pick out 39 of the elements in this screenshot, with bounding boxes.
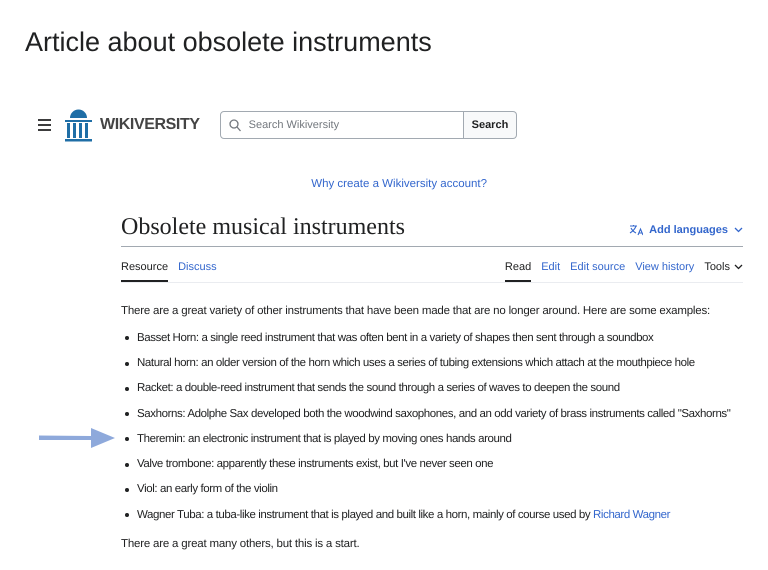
add-languages-button[interactable]: Add languages bbox=[629, 222, 743, 242]
chevron-down-icon bbox=[734, 226, 743, 233]
search-field[interactable]: Search Wikiversity bbox=[220, 111, 464, 139]
list-item-text: Wagner Tuba: a tuba-like instrument that is played and built like a horn, mainly of course used by Richard Wagner bbox=[137, 508, 670, 522]
article-title: Obsolete musical instruments bbox=[121, 213, 405, 242]
bullet-icon bbox=[125, 336, 129, 340]
logo-text[interactable]: WIKIVERSITY bbox=[100, 113, 200, 137]
logo-icon[interactable] bbox=[63, 108, 94, 142]
intro-paragraph: There are a great variety of other instruments that have been made that are no longer around. Here are some examples: bbox=[121, 304, 711, 318]
page-tab[interactable]: Read bbox=[504, 259, 532, 282]
list-item-text: Theremin: an electronic instrument that is played by moving ones hands around bbox=[137, 432, 512, 447]
page-tab[interactable]: View history bbox=[635, 259, 694, 282]
page-tab[interactable]: Edit bbox=[541, 259, 560, 282]
menu-icon[interactable] bbox=[38, 119, 51, 131]
closing-paragraph: There are a great many others, but this is a start. bbox=[121, 536, 360, 552]
translate-icon bbox=[629, 224, 644, 236]
search-icon bbox=[228, 119, 241, 132]
bullet-icon bbox=[125, 462, 129, 467]
bullet-icon bbox=[125, 488, 129, 492]
bullet-icon bbox=[125, 362, 129, 366]
list-item-text: Viol: an early form of the violin bbox=[137, 482, 278, 498]
page-tab[interactable]: Edit source bbox=[570, 259, 626, 282]
list-item-text: Basset Horn: a single reed instrument that was often bent in a variety of shapes then sent through a soundbox bbox=[137, 330, 654, 346]
bullet-icon bbox=[125, 412, 129, 416]
list-item-text: Racket: a double-reed instrument that sends the sound through a series of waves to deepen the sound bbox=[137, 381, 620, 396]
wiki-link[interactable]: Richard Wagner bbox=[593, 508, 670, 520]
bullet-icon bbox=[125, 513, 129, 518]
chevron-down-icon bbox=[734, 264, 743, 270]
search-button[interactable]: Search bbox=[464, 111, 518, 139]
tools-menu[interactable]: Tools bbox=[704, 259, 743, 282]
slide-title: Article about obsolete instruments bbox=[25, 26, 432, 59]
bullet-icon bbox=[125, 437, 129, 442]
list-item-text: Saxhorns: Adolphe Sax developed both the woodwind saxophones, and an odd variety of brass instruments called "Saxhorns" bbox=[137, 406, 730, 422]
bullet-icon bbox=[125, 386, 129, 391]
list-item-text: Valve trombone: apparently these instruments exist, but I've never seen one bbox=[137, 457, 494, 472]
page-tab[interactable]: Resource bbox=[121, 259, 168, 282]
account-link[interactable]: Why create a Wikiversity account? bbox=[311, 176, 487, 194]
page-tab[interactable]: Discuss bbox=[178, 259, 217, 282]
list-item-text: Natural horn: an older version of the horn which uses a series of tubing extensions which attach at the mouthpiece hole bbox=[137, 356, 695, 371]
